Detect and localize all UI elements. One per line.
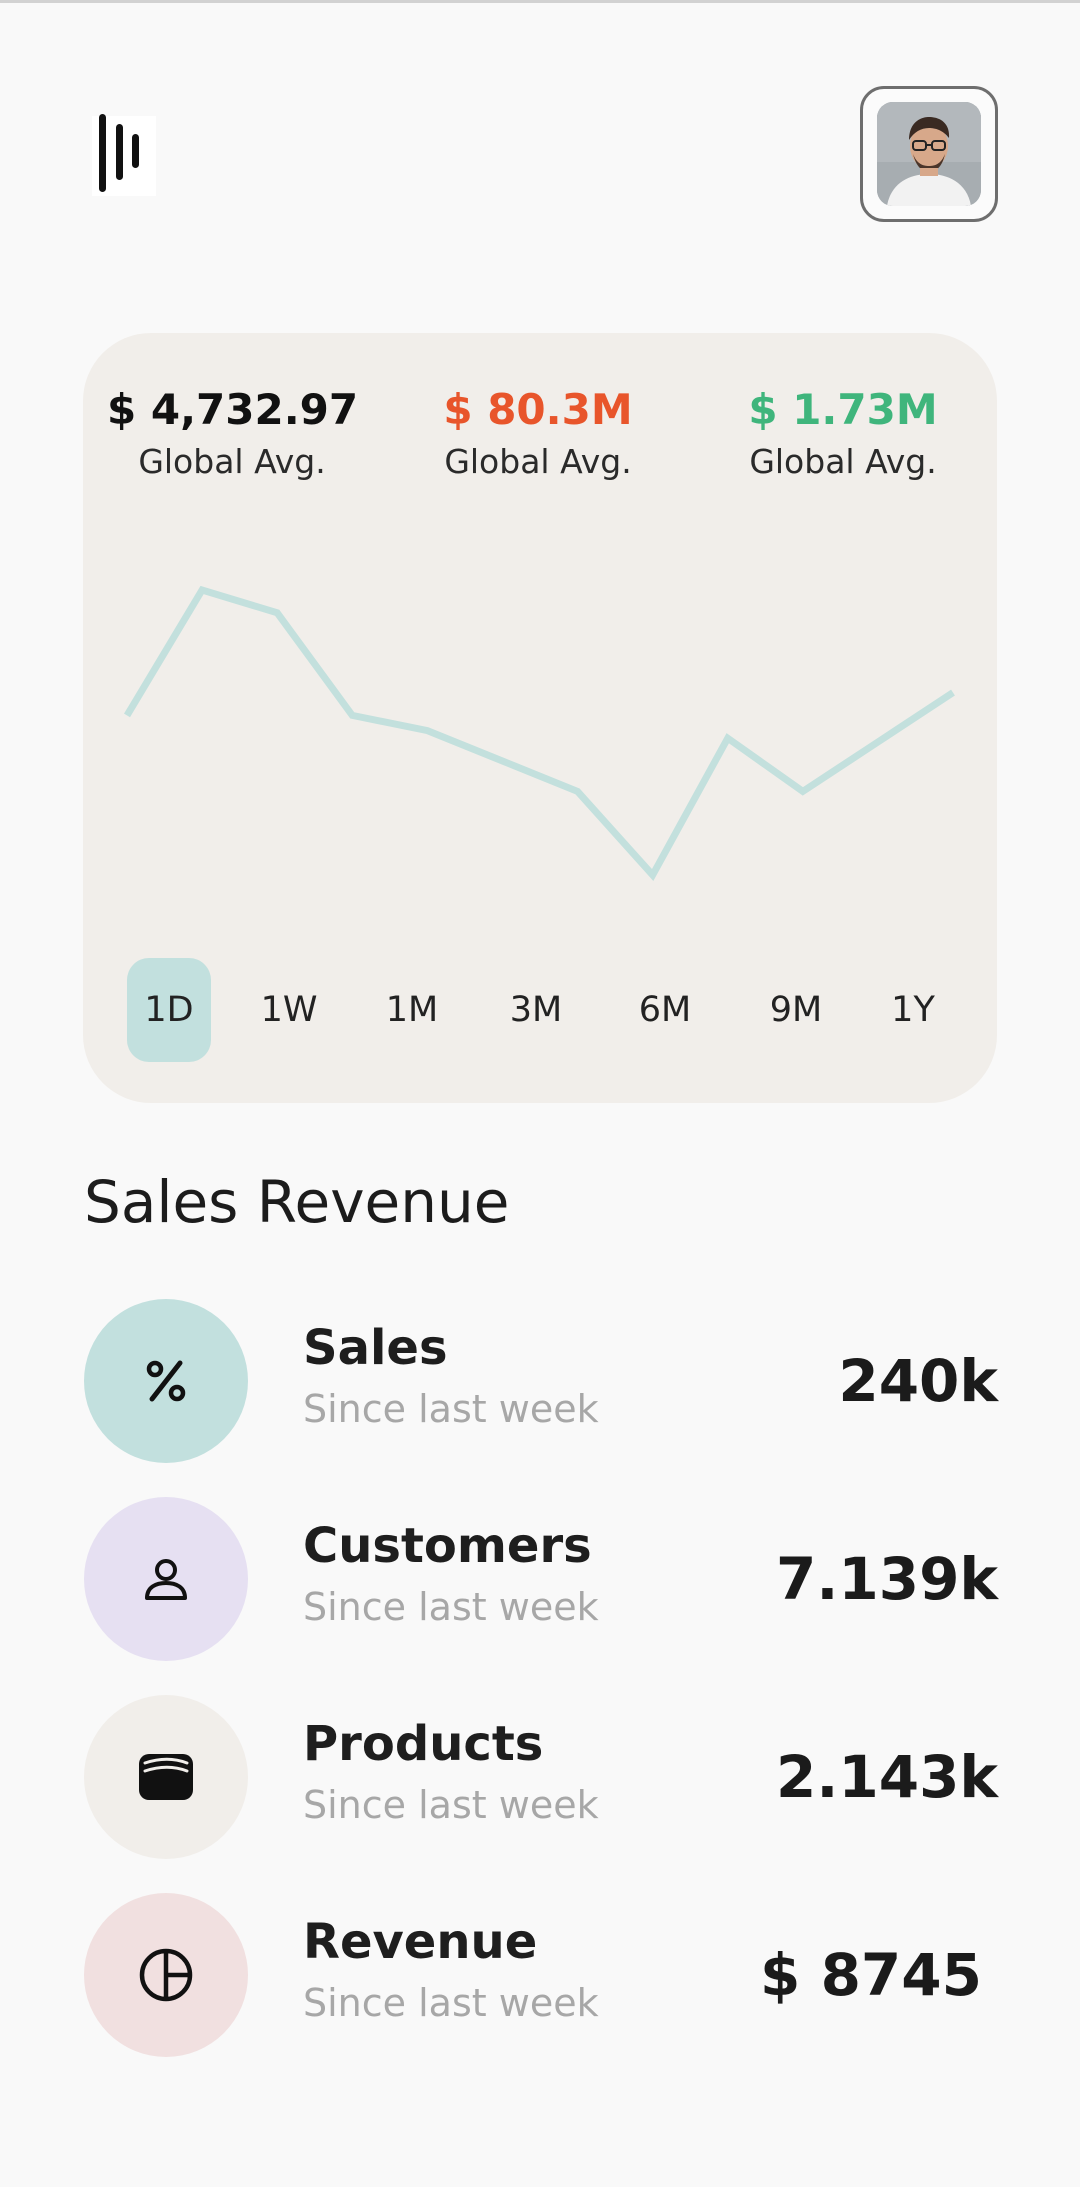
metric-value: 7.139k xyxy=(775,1545,998,1613)
section-title: Sales Revenue xyxy=(84,1168,510,1236)
metric-subtitle: Since last week xyxy=(303,1981,599,2025)
user-avatar-photo xyxy=(877,102,981,206)
chart-series-line xyxy=(123,585,955,882)
menu-bars-icon[interactable] xyxy=(92,110,156,200)
revenue-icon-circle xyxy=(84,1893,248,2057)
metric-row-customers[interactable]: Customers Since last week 7.139k xyxy=(84,1497,998,1661)
profile-button[interactable] xyxy=(860,86,998,222)
percent-icon xyxy=(146,1360,186,1402)
metric-row-revenue[interactable]: Revenue Since last week $ 8745 xyxy=(84,1893,998,2057)
range-tab-1d[interactable]: 1D xyxy=(127,958,211,1062)
range-tab-6m[interactable]: 6M xyxy=(623,958,707,1062)
range-tab-1y[interactable]: 1Y xyxy=(871,958,955,1062)
stats-chart-card: $ 4,732.97 Global Avg. $ 80.3M Global Av… xyxy=(83,333,997,1103)
metric-subtitle: Since last week xyxy=(303,1387,599,1431)
status-divider xyxy=(0,0,1080,3)
metric-value: $ 8745 xyxy=(760,1941,982,2009)
range-tab-9m[interactable]: 9M xyxy=(754,958,838,1062)
customers-icon-circle xyxy=(84,1497,248,1661)
metric-subtitle: Since last week xyxy=(303,1585,599,1629)
metric-row-products[interactable]: Products Since last week 2.143k xyxy=(84,1695,998,1859)
metric-row-sales[interactable]: Sales Since last week 240k xyxy=(84,1299,998,1463)
wallet-icon xyxy=(139,1754,193,1800)
metric-title: Revenue xyxy=(303,1914,538,1970)
products-icon-circle xyxy=(84,1695,248,1859)
range-tab-3m[interactable]: 3M xyxy=(494,958,578,1062)
person-icon xyxy=(145,1559,187,1600)
range-tab-1w[interactable]: 1W xyxy=(247,958,331,1062)
metric-title: Products xyxy=(303,1716,544,1772)
metric-subtitle: Since last week xyxy=(303,1783,599,1827)
range-tab-1m[interactable]: 1M xyxy=(370,958,454,1062)
dashboard-screen: $ 4,732.97 Global Avg. $ 80.3M Global Av… xyxy=(0,0,1080,2187)
metric-title: Customers xyxy=(303,1518,592,1574)
metric-title: Sales xyxy=(303,1320,448,1376)
metric-value: 2.143k xyxy=(775,1743,998,1811)
pie-chart-icon xyxy=(139,1948,193,2002)
time-range-selector: 1D 1W 1M 3M 6M 9M 1Y xyxy=(127,958,967,1062)
sales-icon-circle xyxy=(84,1299,248,1463)
metric-value: 240k xyxy=(838,1347,998,1415)
